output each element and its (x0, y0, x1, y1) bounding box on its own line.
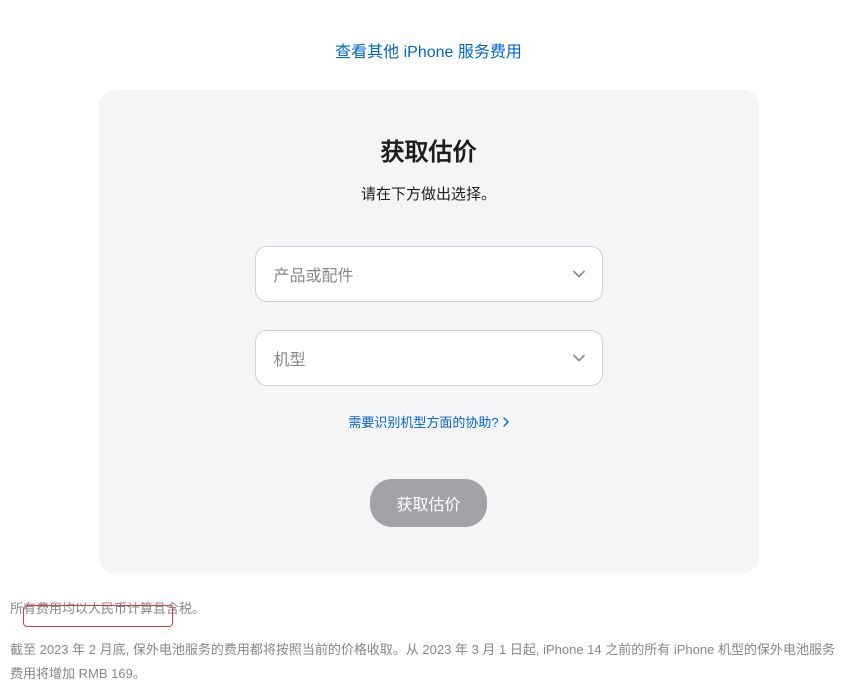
product-select-placeholder: 产品或配件 (274, 262, 354, 286)
get-estimate-button[interactable]: 获取估价 (370, 479, 486, 527)
help-link-label: 需要识别机型方面的协助? (348, 412, 498, 431)
footer-notes: 所有费用均以人民币计算且含税。 截至 2023 年 2 月底, 保外电池服务的费… (0, 573, 857, 687)
chevron-down-icon (572, 267, 586, 281)
identify-model-help-link[interactable]: 需要识别机型方面的协助? (348, 412, 508, 431)
chevron-down-icon (572, 351, 586, 365)
note-price-change: 截至 2023 年 2 月底, 保外电池服务的费用都将按照当前的价格收取。从 2… (10, 638, 847, 687)
card-title: 获取估价 (149, 132, 709, 167)
card-subtitle: 请在下方做出选择。 (149, 183, 709, 204)
product-select[interactable]: 产品或配件 (255, 246, 603, 302)
model-select[interactable]: 机型 (255, 330, 603, 386)
estimate-card: 获取估价 请在下方做出选择。 产品或配件 机型 需要识别机型方面的协助? 获取估… (99, 90, 759, 573)
model-select-placeholder: 机型 (274, 346, 306, 370)
chevron-right-icon (503, 417, 509, 427)
note-currency: 所有费用均以人民币计算且含税。 (10, 597, 847, 622)
other-services-link[interactable]: 查看其他 iPhone 服务费用 (335, 44, 522, 61)
